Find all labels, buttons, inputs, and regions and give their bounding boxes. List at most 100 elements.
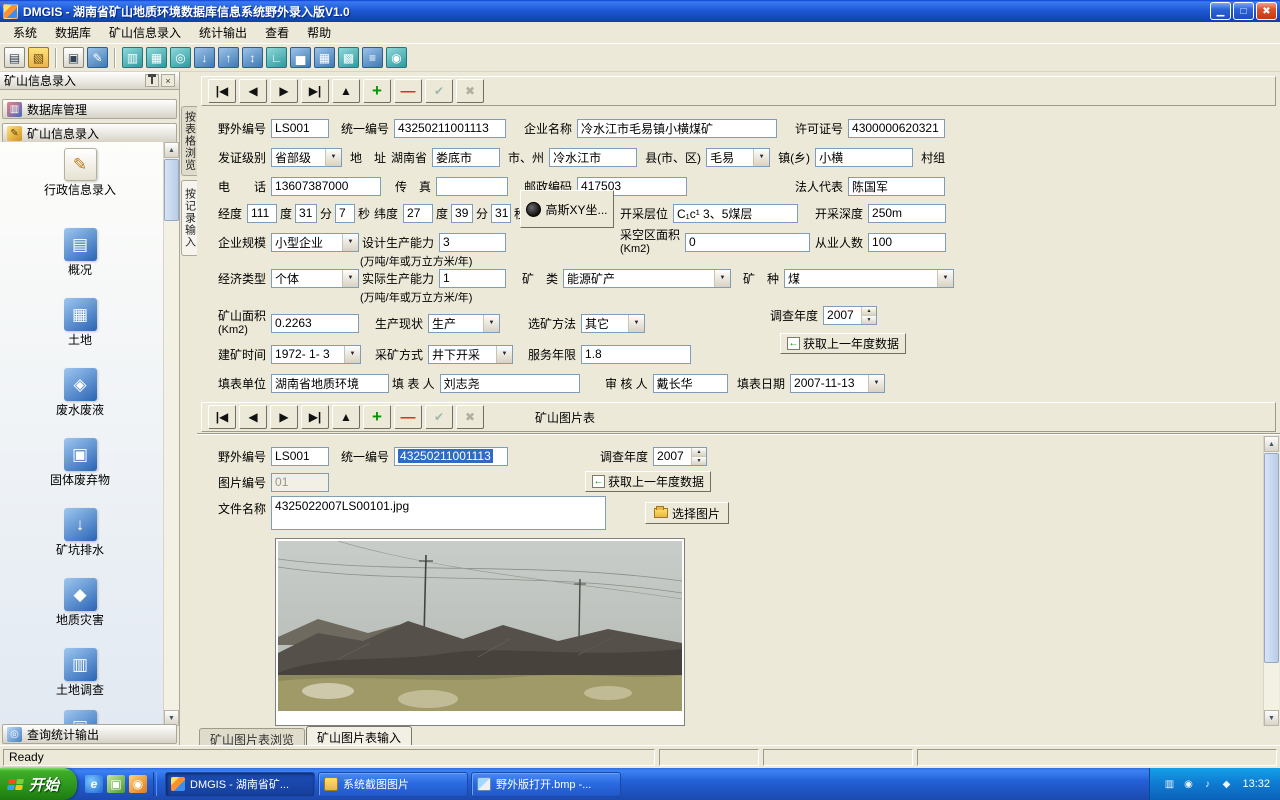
taskbar-task-dmgis[interactable]: DMGIS - 湖南省矿... [165,772,315,797]
sidebar-group-query-stats-output[interactable]: ◎ 查询统计输出 [2,724,177,744]
export-icon[interactable]: ↑ [218,47,239,68]
edit-record-button[interactable]: ▲ [332,79,360,103]
fax-input[interactable] [436,177,508,196]
new-icon[interactable]: ▤ [4,47,25,68]
start-button[interactable]: 开始 [0,768,77,800]
service-years-input[interactable]: 1.8 [581,345,691,364]
first-record-button[interactable]: |◀ [208,79,236,103]
spin-up-icon[interactable]: ▲ [862,307,876,316]
taskbar-task-bmp-file[interactable]: 野外版打开.bmp -... [471,772,621,797]
lon-min-input[interactable]: 31 [295,204,317,223]
lon-deg-input[interactable]: 111 [247,204,277,223]
picture-no-input[interactable]: 01 [271,473,329,492]
sidebar-scrollbar[interactable]: ▲ ▼ [163,142,179,726]
show-desktop-icon[interactable]: ▣ [107,775,125,793]
menu-item-view[interactable]: 查看 [256,21,298,44]
dropdown-arrow-icon[interactable]: ▼ [753,149,769,166]
spinner-buttons[interactable]: ▲▼ [861,307,876,324]
tab-table-browse[interactable]: 按表格浏览 [181,106,197,176]
picture-last-record-button[interactable]: ▶| [301,405,329,429]
save-icon[interactable]: ▣ [63,47,84,68]
building-icon[interactable]: ▦ [314,47,335,68]
close-button[interactable]: ✖ [1256,2,1277,20]
dropdown-arrow-icon[interactable]: ▼ [342,234,358,251]
scroll-up-icon[interactable]: ▲ [1264,436,1279,452]
media-player-icon[interactable]: ◉ [129,775,147,793]
phone-input[interactable]: 13607387000 [271,177,381,196]
tab-picture-input[interactable]: 矿山图片表输入 [306,726,412,745]
gauss-xy-button[interactable]: 高斯XY坐... [520,190,614,228]
company-input[interactable]: 冷水江市毛易镇小横煤矿 [577,119,777,138]
dropdown-arrow-icon[interactable]: ▼ [325,149,341,166]
dropdown-arrow-icon[interactable]: ▼ [342,270,358,287]
enterprise-scale-dropdown[interactable]: 小型企业 ▼ [271,233,359,252]
field-no-input[interactable]: LS001 [271,119,329,138]
dropdown-arrow-icon[interactable]: ▼ [868,375,884,392]
unified-no-input[interactable]: 43250211001113 [394,119,506,138]
spin-down-icon[interactable]: ▼ [862,316,876,324]
scroll-down-icon[interactable]: ▼ [1264,710,1279,726]
sidebar-item-wastewater[interactable]: ◈ 废水废液 [0,368,160,418]
minimize-button[interactable]: ▁ [1210,2,1231,20]
mining-method-dropdown[interactable]: 井下开采 ▼ [428,345,513,364]
tray-icon-2[interactable]: ◉ [1181,777,1195,791]
fetch-last-year-button[interactable]: ← 获取上一年度数据 [780,333,906,354]
menu-item-help[interactable]: 帮助 [298,21,340,44]
edit-icon[interactable]: ✎ [87,47,108,68]
tab-picture-browse[interactable]: 矿山图片表浏览 [199,728,305,745]
sort-icon[interactable]: ↕ [242,47,263,68]
picture-first-record-button[interactable]: |◀ [208,405,236,429]
build-time-dropdown[interactable]: 1972- 1- 3 ▼ [271,345,361,364]
town-input[interactable]: 小横 [815,148,913,167]
taskbar-task-screenshot-folder[interactable]: 系统截图图片 [318,772,468,797]
menu-item-mine-info-entry[interactable]: 矿山信息录入 [100,21,190,44]
county-dropdown[interactable]: 毛易 ▼ [706,148,770,167]
sidebar-item-admin-info[interactable]: ✎ 行政信息录入 [0,148,160,198]
picture-prev-record-button[interactable]: ◀ [239,405,267,429]
import-icon[interactable]: ↓ [194,47,215,68]
maximize-button[interactable]: □ [1233,2,1254,20]
map-icon[interactable]: ▩ [338,47,359,68]
fill-person-input[interactable]: 刘志尧 [440,374,580,393]
sidebar-item-geo-hazard[interactable]: ◆ 地质灾害 [0,578,160,628]
dropdown-arrow-icon[interactable]: ▼ [937,270,953,287]
ie-icon[interactable]: e [85,775,103,793]
scroll-up-icon[interactable]: ▲ [164,142,179,158]
goaf-area-input[interactable]: 0 [685,233,810,252]
picture-survey-year-spinner[interactable]: 2007 ▲▼ [653,447,707,466]
lat-sec-input[interactable]: 31 [491,204,511,223]
economy-type-dropdown[interactable]: 个体 ▼ [271,269,359,288]
fill-unit-input[interactable]: 湖南省地质环境 [271,374,389,393]
mine-kind-dropdown[interactable]: 煤 ▼ [784,269,954,288]
picture-scrollbar[interactable]: ▲ ▼ [1263,436,1279,726]
picture-delete-record-button[interactable]: — [394,405,422,429]
scrollbar-thumb[interactable] [1264,453,1279,663]
sidebar-group-database-management[interactable]: ▥ 数据库管理 [2,99,177,119]
workers-input[interactable]: 100 [868,233,946,252]
sidebar-item-overview[interactable]: ▤ 概况 [0,228,160,278]
tab-record-input[interactable]: 按记录输入 [181,180,197,256]
table-icon[interactable]: ▦ [146,47,167,68]
tray-icon-3[interactable]: ♪ [1200,777,1214,791]
choose-picture-button[interactable]: 选择图片 [645,502,729,524]
lat-min-input[interactable]: 39 [451,204,473,223]
dropdown-arrow-icon[interactable]: ▼ [483,315,499,332]
spinner-buttons[interactable]: ▲▼ [691,448,706,465]
menu-item-database[interactable]: 数据库 [46,21,100,44]
pin-icon[interactable] [145,74,159,87]
lat-deg-input[interactable]: 27 [403,204,433,223]
tray-icon-4[interactable]: ◆ [1219,777,1233,791]
dressing-method-dropdown[interactable]: 其它 ▼ [581,314,645,333]
add-record-button[interactable]: + [363,79,391,103]
fill-date-dropdown[interactable]: 2007-11-13 ▼ [790,374,885,393]
lon-sec-input[interactable]: 7 [335,204,355,223]
sidebar-item-land[interactable]: ▦ 土地 [0,298,160,348]
picture-unified-no-input[interactable]: 43250211001113 [394,447,508,466]
dropdown-arrow-icon[interactable]: ▼ [714,270,730,287]
city2-input[interactable]: 冷水江市 [549,148,637,167]
post-edit-button[interactable]: ✔ [425,79,453,103]
legal-rep-input[interactable]: 陈国军 [848,177,945,196]
mining-depth-input[interactable]: 250m [868,204,946,223]
last-record-button[interactable]: ▶| [301,79,329,103]
mine-class-dropdown[interactable]: 能源矿产 ▼ [563,269,731,288]
